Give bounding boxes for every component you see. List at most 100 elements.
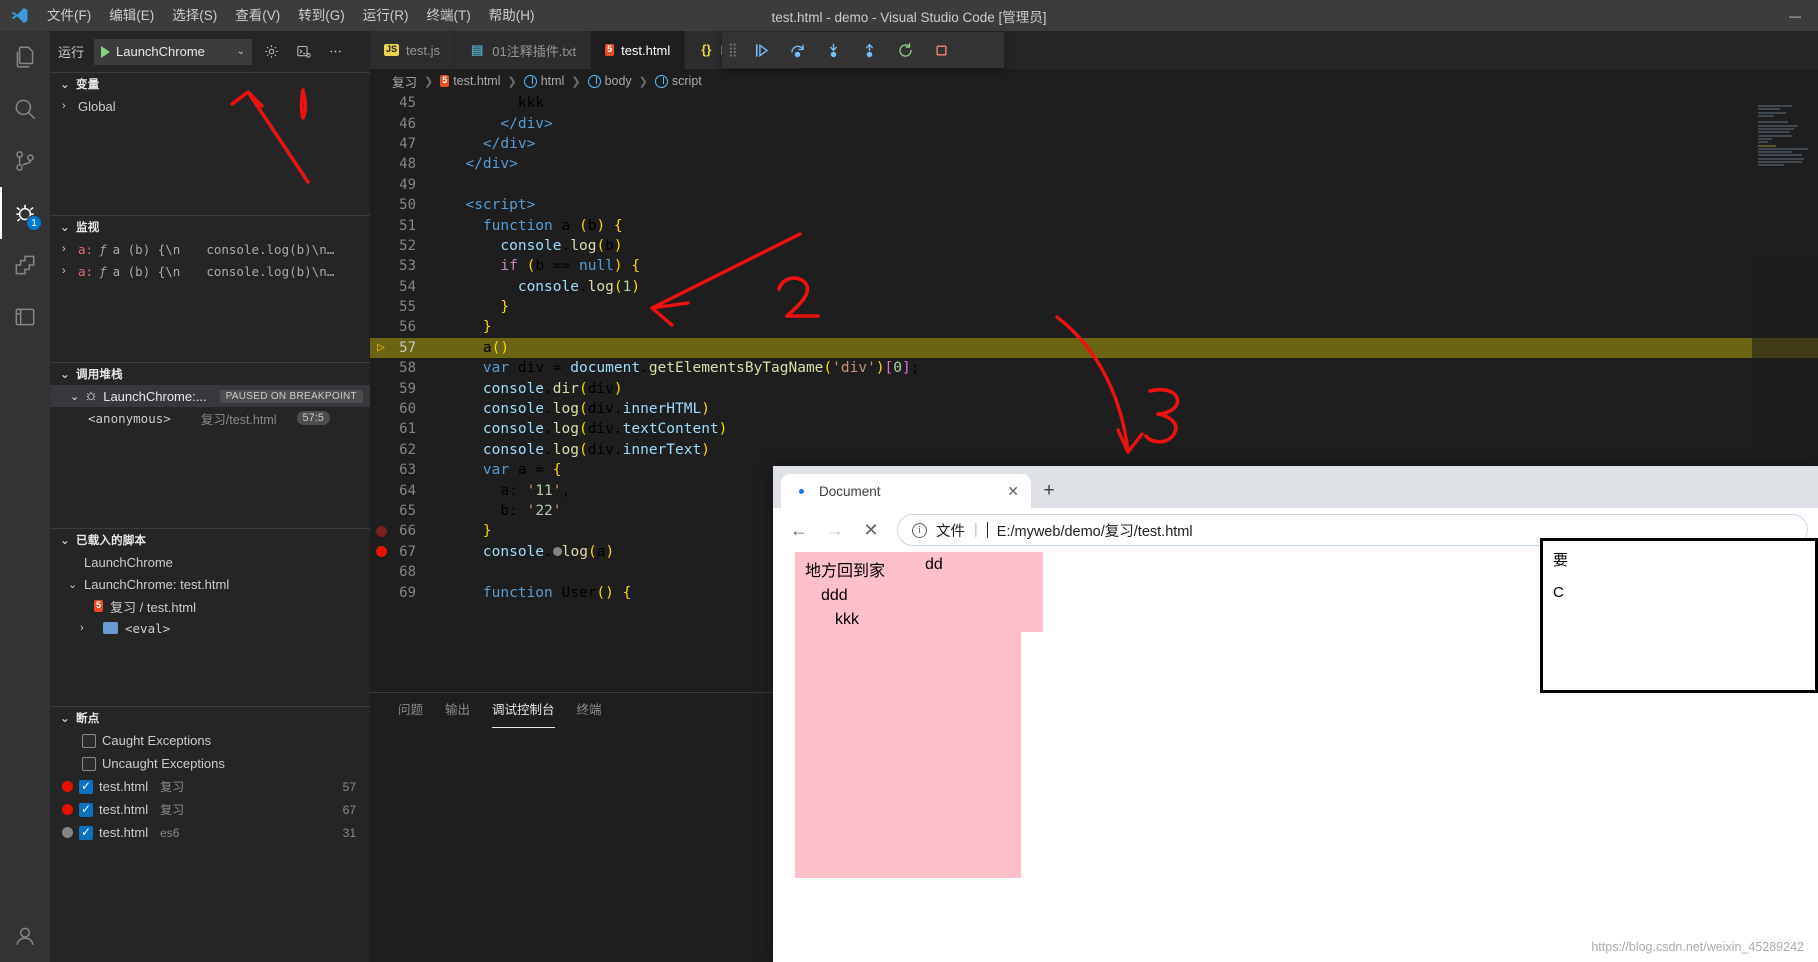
debug-step-into-button[interactable] [816, 33, 850, 67]
loaded-scripts-pane-header[interactable]: ⌄ 已载入的脚本 [50, 528, 370, 551]
callstack-frame-row[interactable]: <anonymous> 复习/test.html 57:5 [50, 407, 370, 429]
code-line[interactable]: 55 } [370, 297, 1818, 317]
variables-pane-header[interactable]: ⌄ 变量 [50, 72, 370, 95]
debug-stop-button[interactable] [924, 33, 958, 67]
breakpoint-gutter[interactable] [370, 526, 392, 537]
activity-run-and-debug[interactable]: 1 [0, 187, 50, 239]
minimize-button[interactable]: — [1772, 0, 1818, 31]
loaded-script-row[interactable]: ⌄ LaunchChrome: test.html [50, 573, 370, 595]
code-line[interactable]: 62 console.log(div.innerText) [370, 440, 1818, 460]
debug-restart-button[interactable] [888, 33, 922, 67]
more-actions-button[interactable] [322, 39, 348, 65]
activity-accounts[interactable] [0, 910, 50, 962]
breadcrumb-item-file[interactable]: 5 test.html [440, 74, 500, 88]
browser-tab[interactable]: Document ✕ [781, 474, 1031, 508]
code-line[interactable]: 53 if (b == null) { [370, 256, 1818, 276]
breakpoint-row[interactable]: test.html es6 31 [50, 821, 370, 844]
panel-tab-debug-console[interactable]: 调试控制台 [492, 693, 555, 728]
activity-remote-explorer[interactable] [0, 291, 50, 343]
code-line[interactable]: 46 </div> [370, 113, 1818, 133]
watch-row[interactable]: › a: ƒ a (b) {\n console.log(b)\n… [50, 238, 370, 260]
watch-pane-header[interactable]: ⌄ 监视 [50, 215, 370, 238]
code-line[interactable]: 52 console.log(b) [370, 236, 1818, 256]
debug-continue-button[interactable] [744, 33, 778, 67]
menu-file[interactable]: 文件(F) [38, 0, 100, 31]
code-line[interactable]: 56 } [370, 317, 1818, 337]
code-line[interactable]: 48 </div> [370, 154, 1818, 174]
callstack-session-row[interactable]: ⌄ LaunchChrome:... PAUSED ON BREAKPOINT [50, 385, 370, 407]
panel-tab-terminal[interactable]: 终端 [577, 693, 602, 728]
code-line[interactable]: ▷57 a() [370, 338, 1818, 358]
menu-run[interactable]: 运行(R) [354, 0, 418, 31]
breadcrumb-item-body[interactable]: body [588, 74, 632, 88]
chevron-down-icon: ⌄ [58, 533, 72, 547]
callstack-pane-header[interactable]: ⌄ 调用堆栈 [50, 362, 370, 385]
code-text: a() [434, 340, 509, 356]
chevron-right-icon: › [62, 265, 78, 277]
tab-test-js[interactable]: JS test.js [370, 31, 455, 69]
loaded-script-row[interactable]: 5 复习 / test.html [50, 595, 370, 617]
open-launch-json-button[interactable] [258, 39, 284, 65]
line-number: 52 [392, 238, 434, 254]
stop-button[interactable]: ✕ [855, 514, 887, 546]
forward-button[interactable]: → [819, 514, 851, 546]
menu-edit[interactable]: 编辑(E) [100, 0, 163, 31]
breadcrumb-label: script [672, 74, 702, 88]
breakpoint-gutter[interactable] [370, 546, 392, 557]
code-line[interactable]: 58 var div = document.getElementsByTagNa… [370, 358, 1818, 378]
code-text: console.log(b) [434, 238, 623, 254]
breadcrumb-item-script[interactable]: script [655, 74, 702, 88]
code-line[interactable]: 54 console.log(1) [370, 277, 1818, 297]
breadcrumb-item-folder[interactable]: 复习 [392, 72, 417, 91]
panel-tab-problems[interactable]: 问题 [398, 693, 423, 728]
breakpoint-row-caught-exceptions[interactable]: Caught Exceptions [50, 729, 370, 752]
activity-explorer[interactable] [0, 31, 50, 83]
checkbox[interactable] [79, 780, 93, 794]
variables-row-global[interactable]: › Global [50, 95, 370, 117]
code-line[interactable]: 47 </div> [370, 134, 1818, 154]
loaded-script-row[interactable]: › <eval> [50, 617, 370, 639]
activity-extensions[interactable] [0, 239, 50, 291]
checkbox[interactable] [79, 803, 93, 817]
debug-step-over-button[interactable] [780, 33, 814, 67]
activity-source-control[interactable] [0, 135, 50, 187]
tab-notes-txt[interactable]: ▤ 01注释插件.txt [455, 31, 591, 69]
debug-console-button[interactable] [290, 39, 316, 65]
loaded-script-row[interactable]: LaunchChrome [50, 551, 370, 573]
breakpoint-row-uncaught-exceptions[interactable]: Uncaught Exceptions [50, 752, 370, 775]
breakpoint-row[interactable]: test.html 复习 57 [50, 775, 370, 798]
menu-view[interactable]: 查看(V) [226, 0, 289, 31]
breakpoint-gutter[interactable]: ▷ [370, 340, 392, 355]
code-line[interactable]: 50 <script> [370, 195, 1818, 215]
checkbox[interactable] [82, 734, 96, 748]
breakpoint-row[interactable]: test.html 复习 67 [50, 798, 370, 821]
checkbox[interactable] [82, 757, 96, 771]
menu-terminal[interactable]: 终端(T) [418, 0, 480, 31]
panel-tab-output[interactable]: 输出 [445, 693, 470, 728]
breakpoints-pane-header[interactable]: ⌄ 断点 [50, 706, 370, 729]
close-icon[interactable]: ✕ [1007, 483, 1019, 500]
watch-row[interactable]: › a: ƒ a (b) {\n console.log(b)\n… [50, 260, 370, 282]
code-line[interactable]: 51 function a (b) { [370, 215, 1818, 235]
debug-configuration-select[interactable]: LaunchChrome ⌄ [94, 39, 252, 65]
menu-go[interactable]: 转到(G) [289, 0, 354, 31]
back-button[interactable]: ← [783, 514, 815, 546]
breadcrumb-item-html[interactable]: html [524, 74, 565, 88]
activity-search[interactable] [0, 83, 50, 135]
drag-handle-icon[interactable]: ⣿ [728, 45, 742, 54]
code-line[interactable]: 49 [370, 175, 1818, 195]
tab-test-html[interactable]: 5 test.html [591, 31, 685, 69]
breakpoint-line: 31 [343, 826, 356, 840]
menu-selection[interactable]: 选择(S) [163, 0, 226, 31]
code-text: } [434, 299, 509, 315]
menu-help[interactable]: 帮助(H) [480, 0, 544, 31]
code-line[interactable]: 45 kkk [370, 93, 1818, 113]
debug-step-out-button[interactable] [852, 33, 886, 67]
code-line[interactable]: 61 console.log(div.textContent) [370, 419, 1818, 439]
breadcrumb-separator-icon: ❯ [639, 75, 648, 88]
code-line[interactable]: 60 console.log(div.innerHTML) [370, 399, 1818, 419]
info-icon[interactable]: i [912, 523, 927, 538]
new-tab-button[interactable]: + [1031, 474, 1067, 508]
code-line[interactable]: 59 console.dir(div) [370, 378, 1818, 398]
checkbox[interactable] [79, 826, 93, 840]
